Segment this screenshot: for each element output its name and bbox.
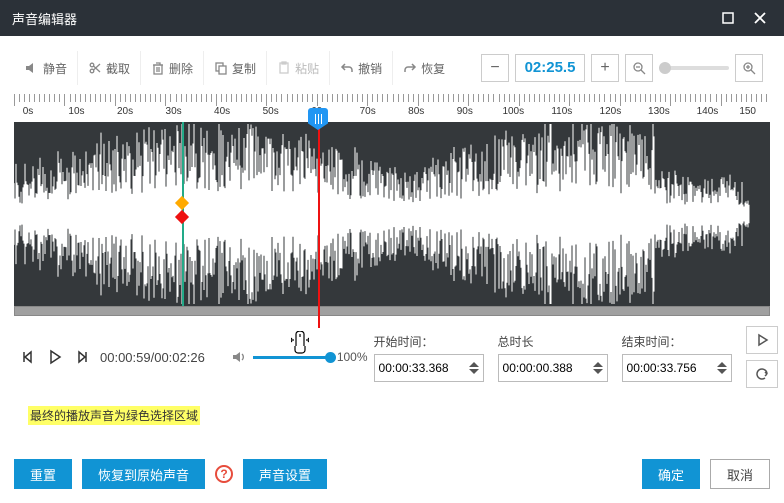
paste-button[interactable]: 粘贴 xyxy=(267,51,330,85)
magnifier-minus-icon xyxy=(632,61,646,75)
zoom-out-mag-button[interactable] xyxy=(625,54,653,82)
tick-10s: 10s xyxy=(68,106,84,117)
volume-icon[interactable] xyxy=(231,349,247,365)
delete-button[interactable]: 删除 xyxy=(141,51,204,85)
restore-original-button[interactable]: 恢复到原始声音 xyxy=(82,459,205,489)
maximize-button[interactable] xyxy=(716,6,740,30)
reset-button[interactable]: 重置 xyxy=(14,459,72,489)
play-icon xyxy=(755,333,769,347)
scissors-icon xyxy=(88,61,102,75)
undo-button[interactable]: 撤销 xyxy=(330,51,393,85)
titlebar: 声音编辑器 xyxy=(0,0,784,36)
redo-button[interactable]: 恢复 xyxy=(393,51,455,85)
redo-icon xyxy=(403,61,417,75)
loop-icon xyxy=(755,367,769,381)
start-time-input[interactable]: 00:00:33.368 xyxy=(374,354,484,382)
footer-buttons: 重置 恢复到原始声音 ? 声音设置 确定 取消 xyxy=(14,459,770,489)
ruler-labels: 0s 10s 20s 30s 40s 50s 60s 70s 80s 90s 1… xyxy=(28,106,756,122)
copy-button[interactable]: 复制 xyxy=(204,51,267,85)
tick-90s: 90s xyxy=(457,106,473,117)
duration-input[interactable]: 00:00:00.388 xyxy=(498,354,608,382)
tick-20s: 20s xyxy=(117,106,133,117)
cancel-button[interactable]: 取消 xyxy=(710,459,770,489)
redo-label: 恢复 xyxy=(421,60,445,77)
tick-0s: 0s xyxy=(23,106,34,117)
ok-button[interactable]: 确定 xyxy=(642,459,700,489)
tick-100s: 100s xyxy=(502,106,524,117)
waveform-scrollbar[interactable] xyxy=(14,306,770,316)
window-title: 声音编辑器 xyxy=(12,9,77,28)
help-icon[interactable]: ? xyxy=(215,465,233,483)
ruler-ticks xyxy=(14,94,770,106)
start-time-label: 开始时间： xyxy=(374,333,484,350)
copy-icon xyxy=(214,61,228,75)
undo-icon xyxy=(340,61,354,75)
delete-label: 删除 xyxy=(169,60,193,77)
volume-slider[interactable] xyxy=(253,356,331,359)
tick-50s: 50s xyxy=(263,106,279,117)
spin-up-icon[interactable] xyxy=(593,361,603,368)
tick-70s: 70s xyxy=(360,106,376,117)
copy-label: 复制 xyxy=(232,60,256,77)
tick-120s: 120s xyxy=(600,106,622,117)
zoom-in-mag-button[interactable] xyxy=(735,54,763,82)
paste-icon xyxy=(277,61,291,75)
position-duration: 00:00:59/00:02:26 xyxy=(100,350,205,365)
playhead-handle[interactable] xyxy=(308,108,328,130)
step-back-button[interactable] xyxy=(20,349,36,365)
mute-icon xyxy=(25,61,39,75)
play-region-button[interactable] xyxy=(746,326,778,354)
start-time-value: 00:00:33.368 xyxy=(379,361,449,375)
tick-110s: 110s xyxy=(551,106,572,117)
toolbar: 静音 截取 删除 复制 粘贴 撤销 恢复 − 02:25.5 + xyxy=(14,50,770,86)
volume-percent: 100% xyxy=(337,350,368,364)
waveform-canvas[interactable] xyxy=(14,122,770,306)
play-button[interactable] xyxy=(46,348,64,366)
tick-140s: 140s xyxy=(697,106,719,117)
tick-80s: 80s xyxy=(408,106,424,117)
time-display[interactable]: 02:25.5 xyxy=(515,54,585,82)
duration-value: 00:00:00.388 xyxy=(503,361,573,375)
step-forward-button[interactable] xyxy=(74,349,90,365)
duration-label: 总时长 xyxy=(498,333,608,350)
tick-130s: 130s xyxy=(648,106,670,117)
zoom-slider[interactable] xyxy=(659,66,729,70)
footer-note: 最终的播放声音为绿色选择区域 xyxy=(28,406,200,425)
undo-label: 撤销 xyxy=(358,60,382,77)
magnifier-plus-icon xyxy=(742,61,756,75)
zoom-out-button[interactable]: − xyxy=(481,54,509,82)
playback-controls: 00:00:59/00:02:26 100% 开始时间： 00:00:33.36… xyxy=(14,326,770,388)
end-time-label: 结束时间： xyxy=(622,333,732,350)
paste-label: 粘贴 xyxy=(295,60,319,77)
mute-button[interactable]: 静音 xyxy=(15,51,78,85)
playhead-line xyxy=(318,124,320,328)
cut-label: 截取 xyxy=(106,60,130,77)
loop-button[interactable] xyxy=(746,360,778,388)
trash-icon xyxy=(151,61,165,75)
end-time-value: 00:00:33.756 xyxy=(627,361,697,375)
spin-down-icon[interactable] xyxy=(593,368,603,375)
cut-button[interactable]: 截取 xyxy=(78,51,141,85)
mute-label: 静音 xyxy=(43,60,67,77)
spin-down-icon[interactable] xyxy=(469,368,479,375)
tick-150s: 150 xyxy=(739,106,756,117)
zoom-in-button[interactable]: + xyxy=(591,54,619,82)
close-button[interactable] xyxy=(748,6,772,30)
spin-up-icon[interactable] xyxy=(717,361,727,368)
spin-down-icon[interactable] xyxy=(717,368,727,375)
audio-settings-button[interactable]: 声音设置 xyxy=(243,459,327,489)
tick-40s: 40s xyxy=(214,106,230,117)
tick-30s: 30s xyxy=(166,106,182,117)
spin-up-icon[interactable] xyxy=(469,361,479,368)
end-time-input[interactable]: 00:00:33.756 xyxy=(622,354,732,382)
